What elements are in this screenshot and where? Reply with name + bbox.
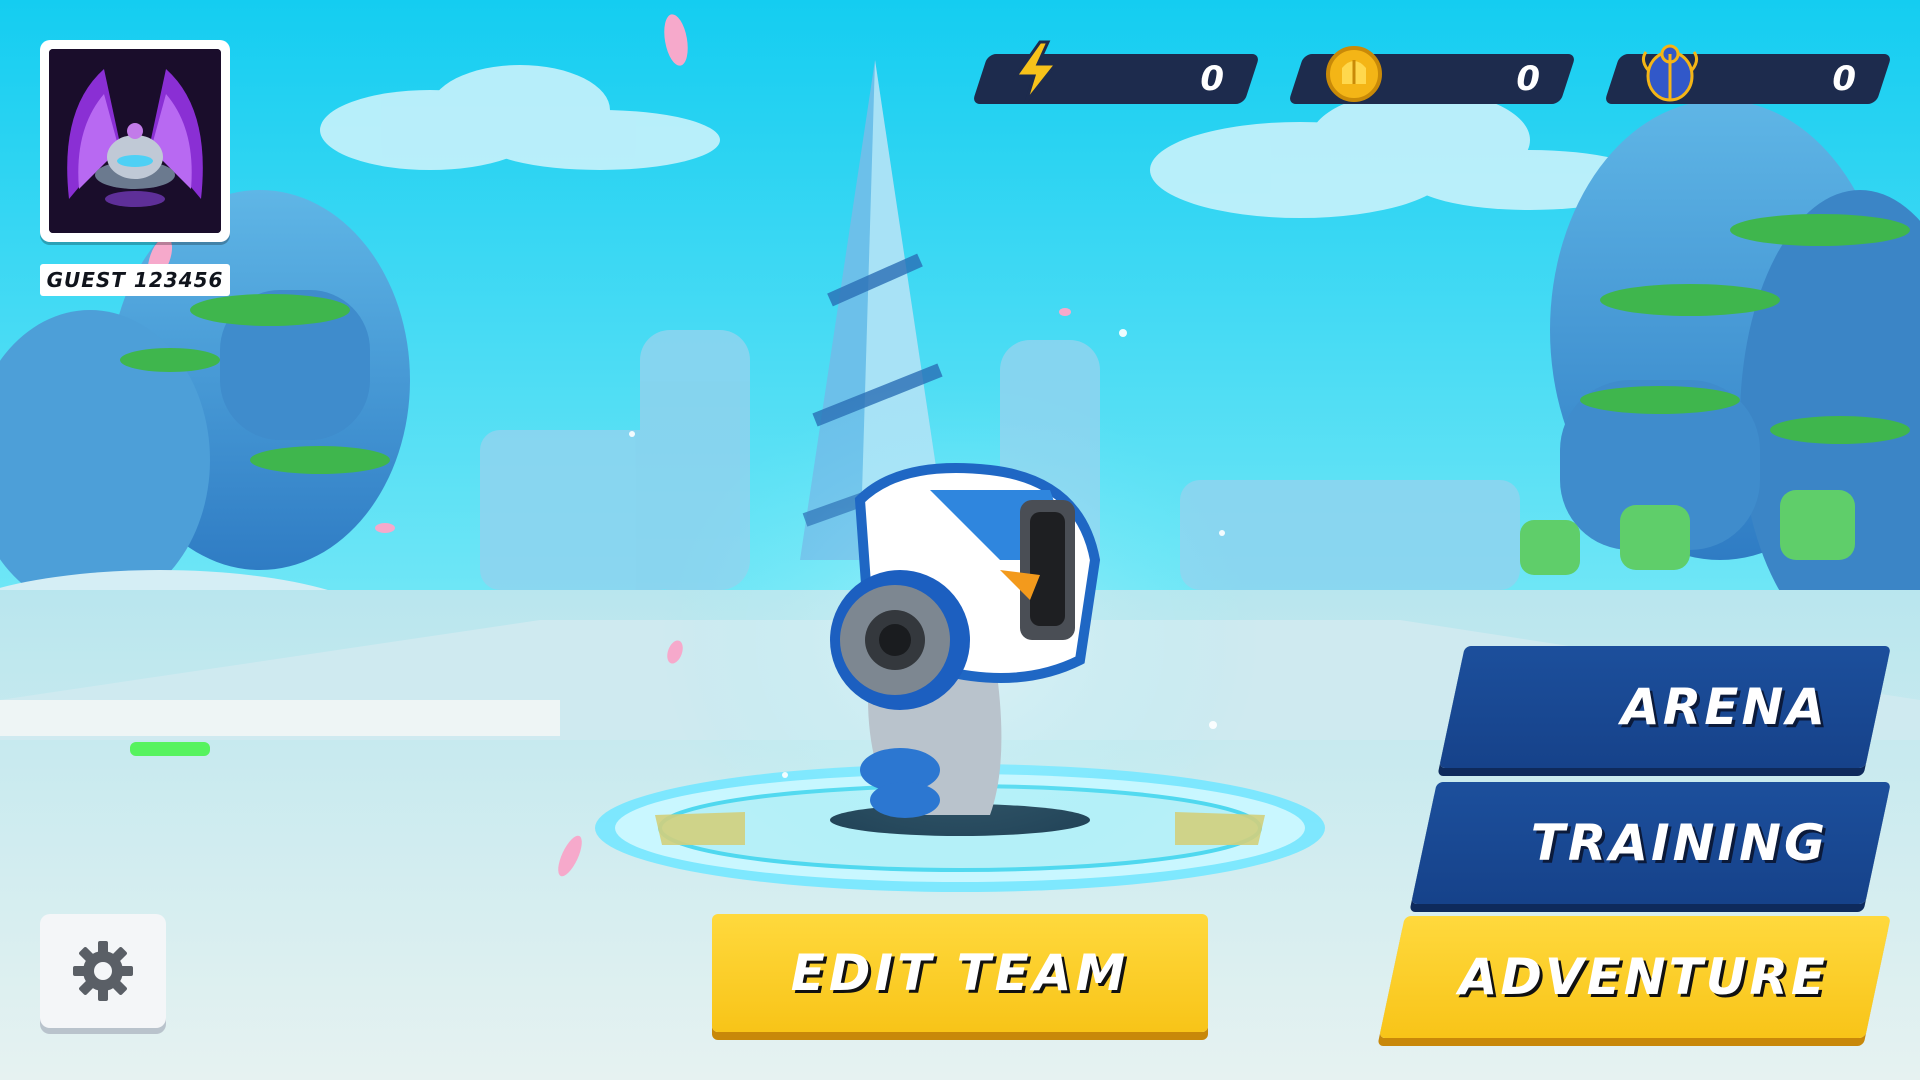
player-name-tag: GUEST 123456 [40,264,230,296]
arena-label: ARENA [1621,678,1828,736]
coin-counter: 0 [1287,40,1577,106]
player-avatar[interactable] [40,40,230,242]
arena-button[interactable]: ARENA [1439,646,1891,768]
lightning-energy-icon [1013,40,1060,103]
gold-coin-icon [1326,46,1382,102]
purple-ufo-avatar-icon [49,49,221,233]
gear-icon [73,941,133,1001]
energy-value: 0 [1200,59,1224,99]
coin-value: 0 [1516,59,1540,99]
training-button[interactable]: TRAINING [1411,782,1891,904]
gem-value: 0 [1832,59,1856,99]
settings-button[interactable] [40,914,166,1028]
edit-team-label: EDIT TEAM [790,944,1130,1002]
training-label: TRAINING [1530,814,1828,872]
adventure-label: ADVENTURE [1458,948,1828,1006]
edit-team-button[interactable]: EDIT TEAM [712,914,1208,1032]
adventure-button[interactable]: ADVENTURE [1379,916,1891,1038]
blue-beetle-gem-icon [1641,44,1699,102]
energy-counter: 0 [971,40,1261,106]
gem-counter: 0 [1603,40,1893,106]
